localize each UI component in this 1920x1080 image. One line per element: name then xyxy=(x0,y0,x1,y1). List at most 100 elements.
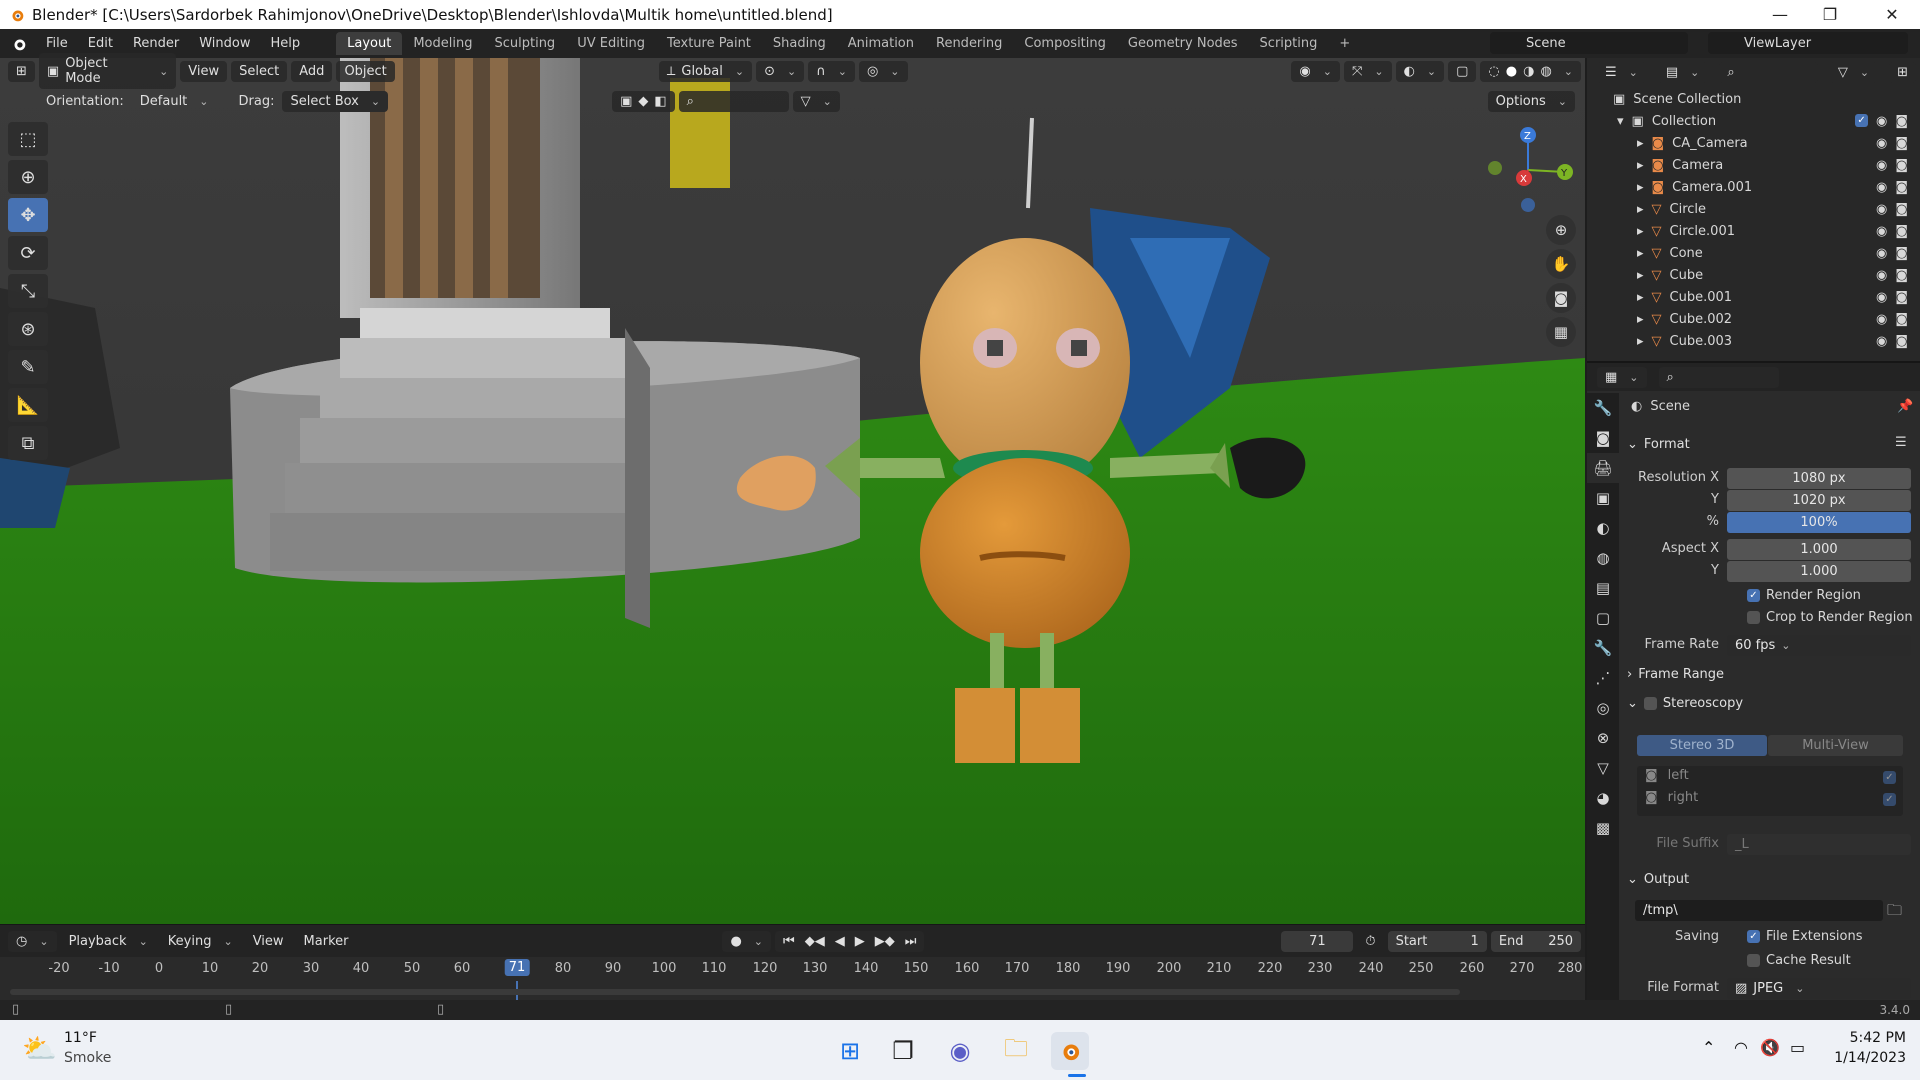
taskbar-time[interactable]: 5:42 PM xyxy=(1830,1030,1906,1046)
prev-keyframe-icon[interactable]: ◆◀ xyxy=(805,934,825,949)
tab-scripting[interactable]: Scripting xyxy=(1249,32,1329,55)
zoom-button[interactable]: ⊕ xyxy=(1546,215,1576,245)
battery-icon[interactable]: ▭ xyxy=(1790,1038,1805,1057)
camera-render-icon[interactable]: ◙ xyxy=(1895,312,1908,327)
annotate-tool[interactable]: ✎ xyxy=(8,350,48,384)
camera-render-icon[interactable]: ◙ xyxy=(1895,202,1908,217)
camera-render-icon[interactable]: ◙ xyxy=(1895,180,1908,195)
file-suffix-field[interactable]: _L xyxy=(1727,834,1911,855)
move-tool[interactable]: ✥ xyxy=(8,198,48,232)
auto-keying-button[interactable]: ● xyxy=(722,930,771,952)
eye-icon[interactable]: ◉ xyxy=(1876,136,1887,151)
outliner-row[interactable]: ▸ ▽ Cone ◉ ◙ xyxy=(1587,242,1920,264)
filter-button[interactable]: ▽ xyxy=(792,90,840,112)
tab-modeling[interactable]: Modeling xyxy=(402,32,483,55)
tab-layout[interactable]: Layout xyxy=(336,32,403,55)
outliner-editor-type[interactable]: ☰ xyxy=(1597,61,1646,83)
visibility-selector[interactable]: ◉ xyxy=(1291,60,1340,82)
pin-icon[interactable]: 📌 xyxy=(1897,399,1913,414)
eye-icon[interactable]: ◉ xyxy=(1876,158,1887,173)
view-right-checkbox[interactable]: ✓ xyxy=(1883,791,1896,806)
playback-controls[interactable]: ⏮ ◆◀ ◀ ▶ ▶◆ ⏭ xyxy=(775,930,925,952)
snap-toggle[interactable]: ∩ xyxy=(808,60,855,82)
cursor-tool[interactable]: ⊕ xyxy=(8,160,48,194)
eye-icon[interactable]: ◉ xyxy=(1876,224,1887,239)
object-filter-icons[interactable]: ▣ ◆ ◧ xyxy=(612,90,675,112)
blender-taskbar-icon[interactable] xyxy=(1051,1032,1089,1070)
eye-icon[interactable]: ◉ xyxy=(1876,114,1887,129)
pan-button[interactable]: ✋ xyxy=(1546,249,1576,279)
tool-tab-icon[interactable]: 🔧 xyxy=(1587,393,1619,423)
view-row-left[interactable]: ◙ left xyxy=(1645,768,1689,783)
file-extensions-checkbox[interactable]: ✓ File Extensions xyxy=(1747,929,1862,944)
expand-arrow-icon[interactable]: ▸ xyxy=(1637,290,1644,305)
mode-selector[interactable]: ▣ Object Mode xyxy=(38,53,177,89)
scale-tool[interactable]: ⤡ xyxy=(8,274,48,308)
resolution-x-field[interactable]: 1080 px xyxy=(1727,468,1911,489)
blender-menu-icon[interactable] xyxy=(10,35,28,53)
weather-temperature[interactable]: 11°F xyxy=(64,1030,97,1046)
rotate-tool[interactable]: ⟳ xyxy=(8,236,48,270)
crop-region-checkbox[interactable]: Crop to Render Region xyxy=(1747,610,1913,625)
outliner-search-input[interactable]: ⌕ xyxy=(1719,61,1818,83)
minimize-button[interactable]: — xyxy=(1752,0,1808,29)
timeline-scrollbar[interactable] xyxy=(10,989,1460,995)
outliner-row[interactable]: ▸ ▽ Cube ◉ ◙ xyxy=(1587,264,1920,286)
expand-arrow-icon[interactable]: ▸ xyxy=(1637,136,1644,151)
new-collection-button[interactable]: ⊞ xyxy=(1889,61,1916,83)
frame-rate-selector[interactable]: 60 fps xyxy=(1727,635,1911,656)
eye-icon[interactable]: ◉ xyxy=(1876,268,1887,283)
start-button-icon[interactable]: ⊞ xyxy=(831,1032,869,1070)
output-panel-header[interactable]: ⌄ Output xyxy=(1627,872,1689,887)
object-tab-icon[interactable]: ▢ xyxy=(1587,603,1619,633)
camera-render-icon[interactable]: ◙ xyxy=(1895,268,1908,283)
weather-condition[interactable]: Smoke xyxy=(64,1050,111,1066)
outliner-row[interactable]: ▸ ▽ Cube.001 ◉ ◙ xyxy=(1587,286,1920,308)
menu-render[interactable]: Render xyxy=(123,36,189,51)
view-left-checkbox[interactable]: ✓ xyxy=(1883,769,1896,784)
menu-help[interactable]: Help xyxy=(261,36,311,51)
stereoscopy-checkbox[interactable] xyxy=(1643,697,1657,710)
tab-compositing[interactable]: Compositing xyxy=(1013,32,1117,55)
world-tab-icon[interactable]: ◍ xyxy=(1587,543,1619,573)
format-panel-header[interactable]: ⌄ Format xyxy=(1627,437,1690,452)
camera-view-button[interactable]: ◙ xyxy=(1546,283,1576,313)
taskbar-date[interactable]: 1/14/2023 xyxy=(1830,1050,1906,1066)
tab-uv-editing[interactable]: UV Editing xyxy=(566,32,656,55)
modifier-tab-icon[interactable]: 🔧 xyxy=(1587,633,1619,663)
eye-icon[interactable]: ◉ xyxy=(1876,334,1887,349)
play-icon[interactable]: ▶ xyxy=(855,934,865,949)
expand-arrow-icon[interactable]: ▸ xyxy=(1637,334,1644,349)
speaker-muted-icon[interactable]: 🔇 xyxy=(1760,1038,1780,1057)
expand-arrow-icon[interactable]: ▸ xyxy=(1637,202,1644,217)
camera-render-icon[interactable]: ◙ xyxy=(1895,334,1908,349)
proportional-edit-toggle[interactable]: ◎ xyxy=(858,60,908,82)
resolution-percent-slider[interactable]: 100% xyxy=(1727,512,1911,533)
collection-exclude-checkbox[interactable]: ✓ xyxy=(1855,113,1869,127)
expand-arrow-icon[interactable]: ▸ xyxy=(1637,180,1644,195)
outliner-filter-button[interactable]: ▽ xyxy=(1829,61,1878,83)
display-mode-selector[interactable]: ▤ xyxy=(1657,61,1708,83)
select-box-tool[interactable]: ⬚ xyxy=(8,122,48,156)
outliner-row[interactable]: ▸ ▽ Cube.003 ◉ ◙ xyxy=(1587,330,1920,352)
view-layer-tab-icon[interactable]: ▣ xyxy=(1587,483,1619,513)
eye-icon[interactable]: ◉ xyxy=(1876,202,1887,217)
playhead-frame-indicator[interactable]: 71 xyxy=(504,959,530,976)
constraints-tab-icon[interactable]: ⊗ xyxy=(1587,723,1619,753)
data-tab-icon[interactable]: ▽ xyxy=(1587,753,1619,783)
add-workspace-button[interactable]: + xyxy=(1328,32,1361,55)
collection-tab-icon[interactable]: ▤ xyxy=(1587,573,1619,603)
ortho-toggle-button[interactable]: ▦ xyxy=(1546,317,1576,347)
current-frame-field[interactable]: 71 xyxy=(1281,930,1354,952)
menu-file[interactable]: File xyxy=(36,36,78,51)
material-tab-icon[interactable]: ◕ xyxy=(1587,783,1619,813)
menu-view[interactable]: View xyxy=(180,60,228,82)
eye-icon[interactable]: ◉ xyxy=(1876,180,1887,195)
resolution-y-field[interactable]: 1020 px xyxy=(1727,490,1911,511)
navigation-gizmo[interactable]: Z Y X xyxy=(1480,120,1580,220)
end-frame-field[interactable]: End 250 xyxy=(1490,930,1582,952)
menu-timeline-view[interactable]: View xyxy=(245,931,292,952)
viewlayer-selector[interactable]: ViewLayer xyxy=(1708,32,1908,54)
file-format-selector[interactable]: ▨ JPEG xyxy=(1727,978,1911,999)
menu-add[interactable]: Add xyxy=(291,60,333,82)
